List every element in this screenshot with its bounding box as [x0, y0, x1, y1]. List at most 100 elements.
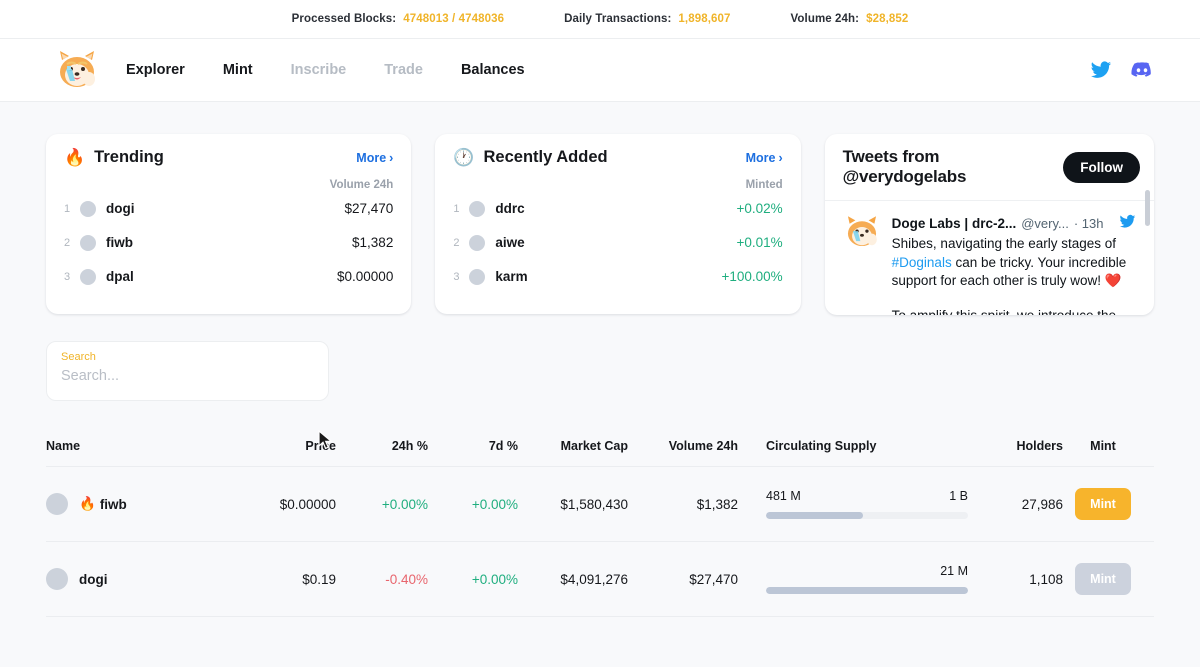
cell-holders: 27,986 — [1021, 496, 1063, 512]
column-header-holders[interactable]: Holders — [968, 439, 1063, 453]
trending-row-2[interactable]: 2 fiwb $1,382 — [64, 226, 393, 259]
recently-added-row-2[interactable]: 2 aiwe +0.01% — [453, 226, 783, 259]
rank: 3 — [453, 270, 460, 283]
cell-24h-change: +0.00% — [381, 496, 428, 512]
nav-link-mint[interactable]: Mint — [223, 62, 253, 78]
token-avatar — [469, 268, 486, 285]
tweets-card-header: Tweets from @verydogelabs Follow — [824, 134, 1154, 201]
token-name: dogi — [106, 201, 135, 216]
trending-title: 🔥 Trending — [64, 148, 164, 167]
tweets-card: Tweets from @verydogelabs Follow Doge La… — [824, 134, 1154, 315]
cell-market-cap: $4,091,276 — [560, 571, 628, 587]
shiba-flask-avatar-icon — [843, 213, 881, 251]
tweet-content: Doge Labs | drc-2... @very... · 13h Shib… — [892, 213, 1136, 315]
tokens-table: Name Price 24h % 7d % Market Cap Volume … — [0, 425, 1200, 617]
search-box[interactable]: Search — [46, 341, 329, 401]
column-header-circulating-supply[interactable]: Circulating Supply — [738, 439, 968, 453]
cell-name: dogi — [46, 568, 246, 590]
token-name: karm — [495, 269, 528, 284]
shiba-flask-logo-icon[interactable] — [54, 47, 100, 93]
ticker-value: 1,898,607 — [678, 13, 731, 25]
token-minted: +0.02% — [736, 201, 783, 216]
column-header-volume-24h[interactable]: Volume 24h — [628, 439, 738, 453]
summary-cards-row: 🔥 Trending More › Volume 24h 1 dogi $27,… — [0, 102, 1200, 315]
token-name: dogi — [79, 571, 108, 587]
table-header-row: Name Price 24h % 7d % Market Cap Volume … — [46, 425, 1154, 467]
token-value: $27,470 — [344, 201, 394, 216]
token-avatar — [469, 234, 486, 251]
supply-current: 481 M — [766, 489, 801, 503]
cell-volume-24h: $1,382 — [696, 496, 738, 512]
table-row[interactable]: 🔥 fiwb $0.00000 +0.00% +0.00% $1,580,430… — [46, 467, 1154, 542]
rank: 1 — [64, 202, 71, 215]
token-name: fiwb — [99, 496, 127, 512]
column-header-24h-percent[interactable]: 24h % — [336, 439, 428, 453]
cell-name: 🔥 fiwb — [46, 493, 246, 515]
column-header-7d-percent[interactable]: 7d % — [428, 439, 518, 453]
cell-price: $0.19 — [302, 571, 336, 587]
tweets-title: Tweets from @verydogelabs — [842, 147, 967, 186]
token-avatar — [80, 200, 96, 217]
ticker-value: 4748013 / 4748036 — [403, 13, 505, 25]
page-body: 🔥 Trending More › Volume 24h 1 dogi $27,… — [0, 102, 1200, 667]
ticker-label: Volume 24h: — [790, 13, 860, 25]
nav-link-inscribe[interactable]: Inscribe — [291, 62, 347, 78]
token-name: ddrc — [495, 201, 525, 216]
trending-row-3[interactable]: 3 dpal $0.00000 — [64, 260, 393, 293]
search-input[interactable] — [61, 368, 314, 384]
cell-7d-change: +0.00% — [471, 571, 518, 587]
twitter-icon[interactable] — [1090, 59, 1112, 81]
trending-card-header: 🔥 Trending More › — [64, 148, 393, 167]
column-header-market-cap[interactable]: Market Cap — [518, 439, 628, 453]
tweets-scrollbar[interactable] — [1144, 190, 1150, 226]
fire-icon: 🔥 — [64, 148, 86, 167]
rank: 2 — [64, 236, 71, 249]
search-section: Search — [0, 315, 1200, 401]
recently-added-row-3[interactable]: 3 karm +100.00% — [453, 260, 783, 293]
token-minted: +100.00% — [721, 269, 783, 284]
discord-icon[interactable] — [1130, 58, 1154, 82]
ticker-value: $28,852 — [866, 13, 909, 25]
follow-button[interactable]: Follow — [1063, 151, 1140, 183]
nav-link-balances[interactable]: Balances — [461, 62, 525, 78]
column-header-mint: Mint — [1090, 438, 1116, 453]
trending-title-label: Trending — [94, 148, 164, 166]
nav-link-explorer[interactable]: Explorer — [126, 62, 185, 78]
nav-link-trade[interactable]: Trade — [384, 62, 423, 78]
token-name: dpal — [106, 269, 134, 284]
token-avatar — [80, 234, 96, 251]
recently-added-more-link[interactable]: More › — [746, 151, 783, 165]
trending-row-1[interactable]: 1 dogi $27,470 — [64, 192, 393, 225]
cell-mint: Mint — [1063, 488, 1143, 520]
recently-added-row-1[interactable]: 1 ddrc +0.02% — [453, 192, 783, 225]
trending-more-link[interactable]: More › — [356, 151, 393, 165]
ticker-bar: Processed Blocks: 4748013 / 4748036 Dail… — [0, 0, 1200, 39]
chevron-right-icon: › — [389, 150, 394, 165]
table-row[interactable]: dogi $0.19 -0.40% +0.00% $4,091,276 $27,… — [46, 542, 1154, 617]
cell-mint: Mint — [1063, 563, 1143, 595]
trending-card: 🔥 Trending More › Volume 24h 1 dogi $27,… — [46, 134, 412, 314]
tweet-meta: Doge Labs | drc-2... @very... · 13h — [892, 213, 1136, 233]
ticker-label: Processed Blocks: — [291, 13, 397, 25]
cell-24h-change: -0.40% — [385, 571, 428, 587]
tweet-item[interactable]: Doge Labs | drc-2... @very... · 13h Shib… — [825, 201, 1154, 315]
token-minted: +0.01% — [736, 235, 783, 250]
navbar: Explorer Mint Inscribe Trade Balances — [0, 39, 1200, 102]
mint-button[interactable]: Mint — [1075, 488, 1131, 520]
nav-links: Explorer Mint Inscribe Trade Balances — [126, 62, 525, 78]
tweet-text-second: To amplify this spirit, we introduce the — [891, 307, 1117, 316]
cell-market-cap: $1,580,430 — [560, 496, 628, 512]
cell-holders: 1,108 — [1029, 571, 1063, 587]
clock-icon: 🕐 — [453, 148, 475, 167]
twitter-icon[interactable] — [1119, 213, 1136, 233]
token-avatar — [469, 200, 486, 217]
token-value: $1,382 — [352, 235, 394, 250]
ticker-item-processed-blocks: Processed Blocks: 4748013 / 4748036 — [292, 13, 504, 25]
column-header-name[interactable]: Name — [46, 439, 246, 453]
supply-progress-fill — [766, 512, 863, 519]
tweet-author: Doge Labs | drc-2... — [891, 215, 1017, 231]
cell-price: $0.00000 — [279, 496, 336, 512]
tweet-hashtag[interactable]: #Doginals — [892, 255, 952, 270]
supply-max: 21 M — [940, 564, 968, 578]
column-header-price[interactable]: Price — [246, 439, 336, 453]
